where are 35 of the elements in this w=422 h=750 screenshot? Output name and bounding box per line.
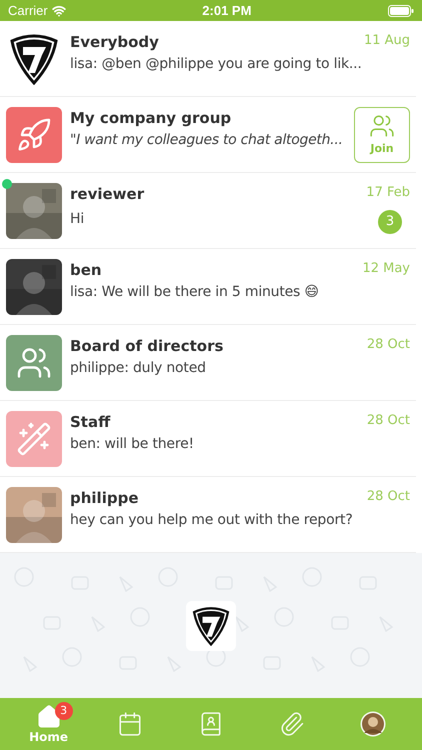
home-icon xyxy=(36,704,62,730)
chat-date: 12 May xyxy=(362,260,410,278)
chat-name: Board of directors xyxy=(70,336,224,357)
status-time: 2:01 PM xyxy=(202,2,252,20)
chat-name: My company group xyxy=(70,108,232,129)
chat-preview: ben: will be there! xyxy=(70,434,194,454)
chat-name: philippe xyxy=(70,488,138,509)
chat-preview: "I want my colleagues to chat altogeth... xyxy=(70,130,343,150)
chat-preview: lisa: We will be there in 5 minutes 😄 xyxy=(70,282,319,302)
calendar-icon xyxy=(116,711,143,737)
chat-preview: lisa: @ben @philippe you are going to lik... xyxy=(70,54,362,74)
chat-name: Everybody xyxy=(70,32,159,53)
tab-badge: 3 xyxy=(54,702,73,720)
carrier-label: Carrier xyxy=(8,2,48,20)
join-group-icon xyxy=(369,112,395,139)
wifi-icon xyxy=(52,4,66,18)
unread-badge: 3 xyxy=(378,210,402,234)
chat-name: ben xyxy=(70,260,102,281)
chat-name: Staff xyxy=(70,412,110,433)
battery-icon xyxy=(388,4,414,16)
chat-date: 28 Oct xyxy=(366,488,410,506)
chat-date: 11 Aug xyxy=(364,32,410,50)
chat-preview: Hi xyxy=(70,210,84,229)
logo-icon xyxy=(8,33,60,85)
chat-date: 28 Oct xyxy=(366,412,410,430)
rocket-icon xyxy=(16,117,52,153)
tab-item[interactable]: Home 3 xyxy=(16,698,81,750)
wand-icon xyxy=(16,421,52,457)
chat-preview: philippe: duly noted xyxy=(70,358,206,378)
chat-preview: hey can you help me out with the report? xyxy=(70,510,353,530)
chat-date: 28 Oct xyxy=(366,336,410,354)
chat-name: reviewer xyxy=(70,184,144,205)
profile-avatar xyxy=(360,711,386,737)
chat-date: 17 Feb xyxy=(366,184,410,202)
paperclip-icon xyxy=(279,711,306,737)
